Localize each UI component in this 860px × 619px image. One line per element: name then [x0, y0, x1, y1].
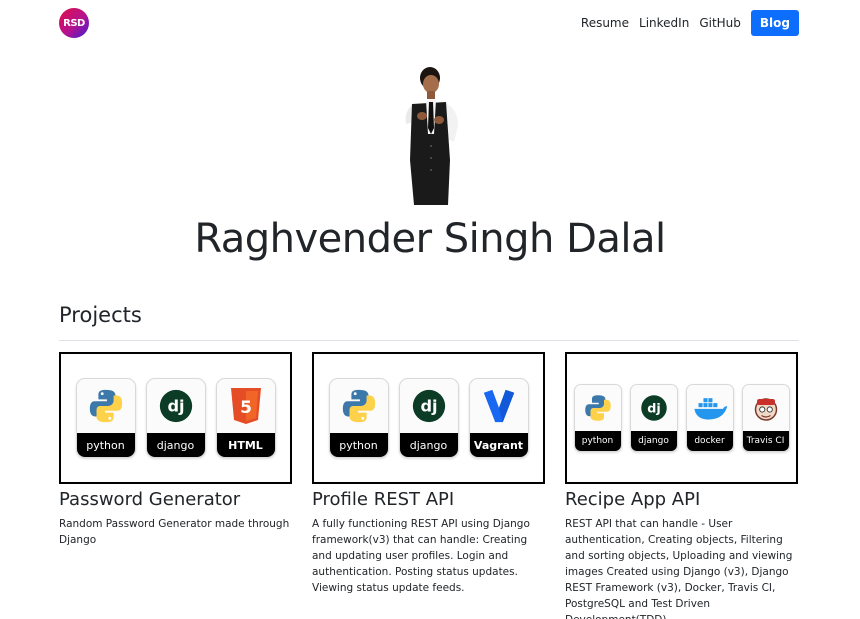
- badge-label: python: [574, 431, 621, 451]
- profile-photo: [405, 67, 458, 205]
- django-logo-icon: dj: [412, 389, 445, 423]
- project-description: A fully functioning REST API using Djang…: [312, 518, 530, 594]
- nav-link-linkedin[interactable]: LinkedIn: [639, 16, 689, 30]
- badge-label: python: [329, 433, 388, 457]
- badge-label: django: [630, 431, 677, 451]
- site-logo[interactable]: RSD: [59, 8, 89, 38]
- django-logo-icon: dj: [640, 395, 667, 421]
- project-title[interactable]: Profile REST API: [312, 489, 545, 510]
- django-badge: dj django: [398, 378, 459, 458]
- project-image: python dj django docker Travis CI: [565, 352, 798, 484]
- section-divider: [59, 340, 799, 341]
- django-logo-icon: dj: [159, 389, 192, 423]
- svg-text:5: 5: [240, 398, 252, 418]
- project-card-recipe-app-api[interactable]: python dj django docker Travis CI Recipe…: [565, 352, 798, 619]
- project-image: python dj django 5 HTML: [59, 352, 292, 484]
- badge-label: Vagrant: [469, 433, 528, 457]
- logo-text: RSD: [63, 17, 85, 29]
- top-nav: Resume LinkedIn GitHub Blog: [571, 10, 799, 36]
- python-badge: python: [328, 378, 389, 458]
- python-logo-icon: [584, 395, 611, 421]
- project-image: python dj django Vagrant: [312, 352, 545, 484]
- docker-logo-icon: [693, 398, 727, 420]
- section-title-projects: Projects: [59, 303, 142, 327]
- python-badge: python: [573, 384, 622, 452]
- svg-text:dj: dj: [167, 397, 184, 416]
- html-badge: 5 HTML: [215, 378, 276, 458]
- badge-label: docker: [686, 431, 733, 451]
- django-badge: dj django: [629, 384, 678, 452]
- docker-badge: docker: [685, 384, 734, 452]
- travis-ci-badge: Travis CI: [741, 384, 790, 452]
- project-description: Random Password Generator made through D…: [59, 518, 290, 546]
- nav-link-resume[interactable]: Resume: [581, 16, 629, 30]
- django-badge: dj django: [145, 378, 206, 458]
- project-description: REST API that can handle - User authenti…: [565, 518, 793, 619]
- project-title[interactable]: Recipe App API: [565, 489, 798, 510]
- html5-logo-icon: 5: [230, 388, 261, 424]
- python-logo-icon: [89, 389, 122, 423]
- svg-text:dj: dj: [647, 402, 661, 417]
- python-badge: python: [75, 378, 136, 458]
- vagrant-logo-icon: [483, 389, 514, 423]
- hero-name: Raghvender Singh Dalal: [194, 216, 666, 262]
- project-card-password-generator[interactable]: python dj django 5 HTML Password Generat…: [59, 352, 292, 548]
- project-title[interactable]: Password Generator: [59, 489, 292, 510]
- badge-label: django: [399, 433, 458, 457]
- badge-label: HTML: [216, 433, 275, 457]
- travis-ci-logo-icon: [754, 398, 777, 421]
- badge-label: python: [76, 433, 135, 457]
- badge-label: django: [146, 433, 205, 457]
- blog-button[interactable]: Blog: [750, 10, 799, 36]
- badge-label: Travis CI: [742, 431, 789, 451]
- python-logo-icon: [342, 389, 375, 423]
- project-card-profile-rest-api[interactable]: python dj django Vagrant Profile REST AP…: [312, 352, 545, 596]
- svg-text:dj: dj: [420, 397, 437, 416]
- nav-link-github[interactable]: GitHub: [699, 16, 741, 30]
- vagrant-badge: Vagrant: [468, 378, 529, 458]
